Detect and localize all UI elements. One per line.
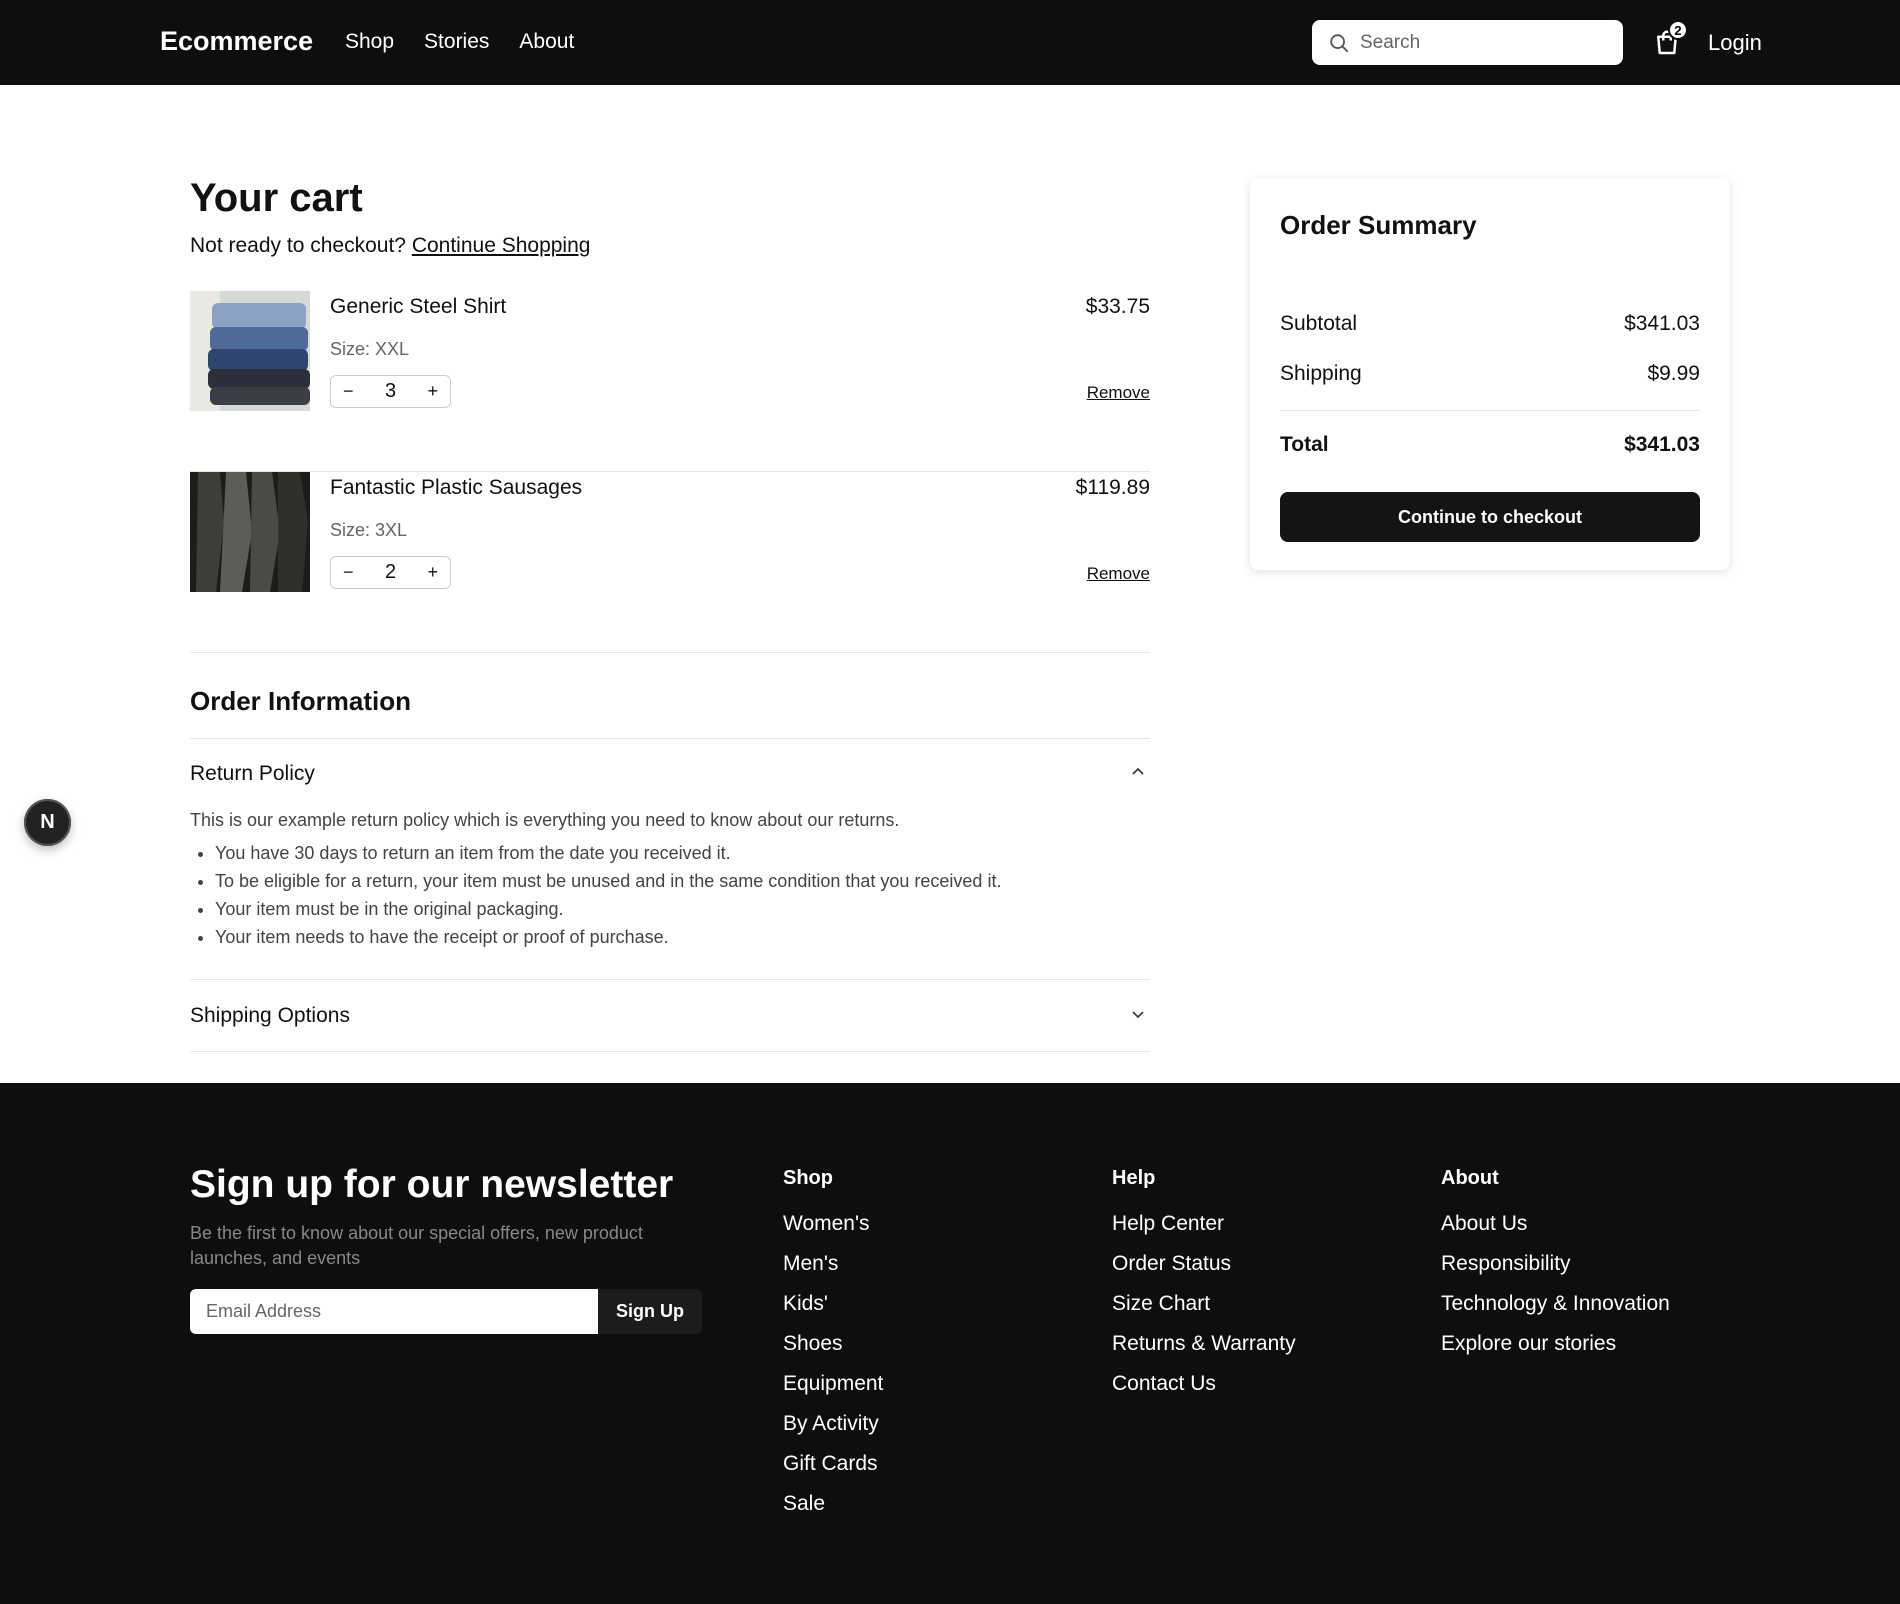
divider [190, 1051, 1150, 1052]
total-row: Total $341.03 [1280, 433, 1700, 457]
list-item: Your item needs to have the receipt or p… [215, 927, 1150, 948]
shipping-row: Shipping $9.99 [1280, 362, 1700, 386]
divider [190, 738, 1150, 739]
footer-link[interactable]: By Activity [783, 1412, 883, 1452]
cart-subtitle-text: Not ready to checkout? [190, 234, 406, 257]
subtotal-row: Subtotal $341.03 [1280, 312, 1700, 336]
cart-item: Fantastic Plastic Sausages Size: 3XL − 2… [190, 472, 1150, 653]
order-summary-title: Order Summary [1280, 210, 1477, 240]
newsletter-subtitle: Be the first to know about our special o… [190, 1223, 643, 1268]
subtotal-label: Subtotal [1280, 312, 1358, 335]
quantity-stepper: − 3 + [330, 375, 451, 408]
increase-quantity-button[interactable]: + [427, 562, 438, 583]
floating-dev-badge[interactable]: N [24, 799, 71, 846]
footer-link[interactable]: Returns & Warranty [1112, 1332, 1296, 1372]
footer: Sign up for our newsletter Be the first … [0, 1083, 1900, 1604]
subtotal-value: $341.03 [1624, 312, 1700, 335]
list-item: You have 30 days to return an item from … [215, 843, 1150, 864]
product-name[interactable]: Generic Steel Shirt [330, 295, 506, 319]
cart-count-badge: 2 [1668, 20, 1688, 40]
nav-stories[interactable]: Stories [424, 30, 489, 54]
return-policy-content: This is our example return policy which … [190, 810, 1150, 955]
footer-help-column: Help Help Center Order Status Size Chart… [1112, 1167, 1296, 1412]
search-box[interactable] [1312, 20, 1623, 65]
product-price: $33.75 [1085, 295, 1150, 318]
footer-shop-column: Shop Women's Men's Kids' Shoes Equipment… [783, 1167, 883, 1532]
footer-link[interactable]: Gift Cards [783, 1452, 883, 1492]
footer-link[interactable]: Responsibility [1441, 1252, 1670, 1292]
login-link[interactable]: Login [1708, 30, 1762, 56]
product-size: Size: 3XL [330, 520, 408, 540]
top-navigation-bar: Ecommerce Shop Stories About 2 Login [0, 0, 1900, 85]
footer-link[interactable]: Men's [783, 1252, 883, 1292]
footer-link[interactable]: Kids' [783, 1292, 883, 1332]
footer-link[interactable]: Size Chart [1112, 1292, 1296, 1332]
footer-column-title: Help [1112, 1167, 1156, 1189]
product-image[interactable] [190, 472, 310, 592]
cart-subtitle: Not ready to checkout? Continue Shopping [190, 234, 590, 258]
main-nav: Shop Stories About [345, 30, 574, 54]
return-policy-toggle[interactable]: Return Policy [190, 762, 1150, 786]
decrease-quantity-button[interactable]: − [343, 562, 354, 583]
sign-up-button[interactable]: Sign Up [598, 1289, 702, 1334]
decrease-quantity-button[interactable]: − [343, 381, 354, 402]
footer-link[interactable]: Equipment [783, 1372, 883, 1412]
product-size: Size: XXL [330, 339, 410, 359]
shipping-options-toggle[interactable]: Shipping Options [190, 1004, 1150, 1028]
nav-about[interactable]: About [519, 30, 574, 54]
footer-column-title: Shop [783, 1167, 833, 1189]
newsletter-title: Sign up for our newsletter [190, 1163, 674, 1206]
chevron-down-icon[interactable] [1130, 1006, 1146, 1022]
list-item: Your item must be in the original packag… [215, 899, 1150, 920]
quantity-value: 2 [384, 561, 397, 583]
footer-link[interactable]: Sale [783, 1492, 883, 1532]
footer-about-column: About About Us Responsibility Technology… [1441, 1167, 1670, 1372]
increase-quantity-button[interactable]: + [427, 381, 438, 402]
shipping-label: Shipping [1280, 362, 1362, 385]
page-title: Your cart [190, 176, 363, 220]
footer-link[interactable]: Contact Us [1112, 1372, 1296, 1412]
order-summary-card: Order Summary Subtotal $341.03 Shipping … [1250, 178, 1730, 570]
remove-item-button[interactable]: Remove [1087, 564, 1150, 584]
cart-item: Generic Steel Shirt Size: XXL − 3 + $33.… [190, 291, 1150, 472]
continue-to-checkout-button[interactable]: Continue to checkout [1280, 492, 1700, 542]
total-value: $341.03 [1624, 433, 1700, 456]
quantity-value: 3 [384, 380, 397, 402]
footer-link[interactable]: About Us [1441, 1212, 1670, 1252]
total-label: Total [1280, 433, 1329, 456]
nav-shop[interactable]: Shop [345, 30, 394, 54]
footer-link[interactable]: Order Status [1112, 1252, 1296, 1292]
footer-link[interactable]: Women's [783, 1212, 883, 1252]
search-input[interactable] [1360, 31, 1600, 54]
continue-shopping-link[interactable]: Continue Shopping [412, 234, 591, 257]
footer-column-title: About [1441, 1167, 1499, 1189]
divider [190, 979, 1150, 980]
product-price: $119.89 [1075, 476, 1150, 499]
divider [1280, 410, 1700, 411]
email-field[interactable] [190, 1289, 598, 1334]
brand-logo[interactable]: Ecommerce [160, 26, 313, 57]
order-information-title: Order Information [190, 686, 412, 716]
footer-link[interactable]: Explore our stories [1441, 1332, 1670, 1372]
footer-link[interactable]: Help Center [1112, 1212, 1296, 1252]
list-item: To be eligible for a return, your item m… [215, 871, 1150, 892]
search-icon [1330, 33, 1349, 52]
product-image[interactable] [190, 291, 310, 411]
return-policy-list: You have 30 days to return an item from … [190, 843, 1150, 948]
quantity-stepper: − 2 + [330, 556, 451, 589]
chevron-up-icon[interactable] [1130, 764, 1146, 780]
product-name[interactable]: Fantastic Plastic Sausages [330, 476, 582, 500]
remove-item-button[interactable]: Remove [1087, 383, 1150, 403]
shipping-value: $9.99 [1647, 362, 1700, 385]
footer-link[interactable]: Technology & Innovation [1441, 1292, 1670, 1332]
footer-link[interactable]: Shoes [783, 1332, 883, 1372]
return-policy-intro: This is our example return policy which … [190, 810, 900, 830]
